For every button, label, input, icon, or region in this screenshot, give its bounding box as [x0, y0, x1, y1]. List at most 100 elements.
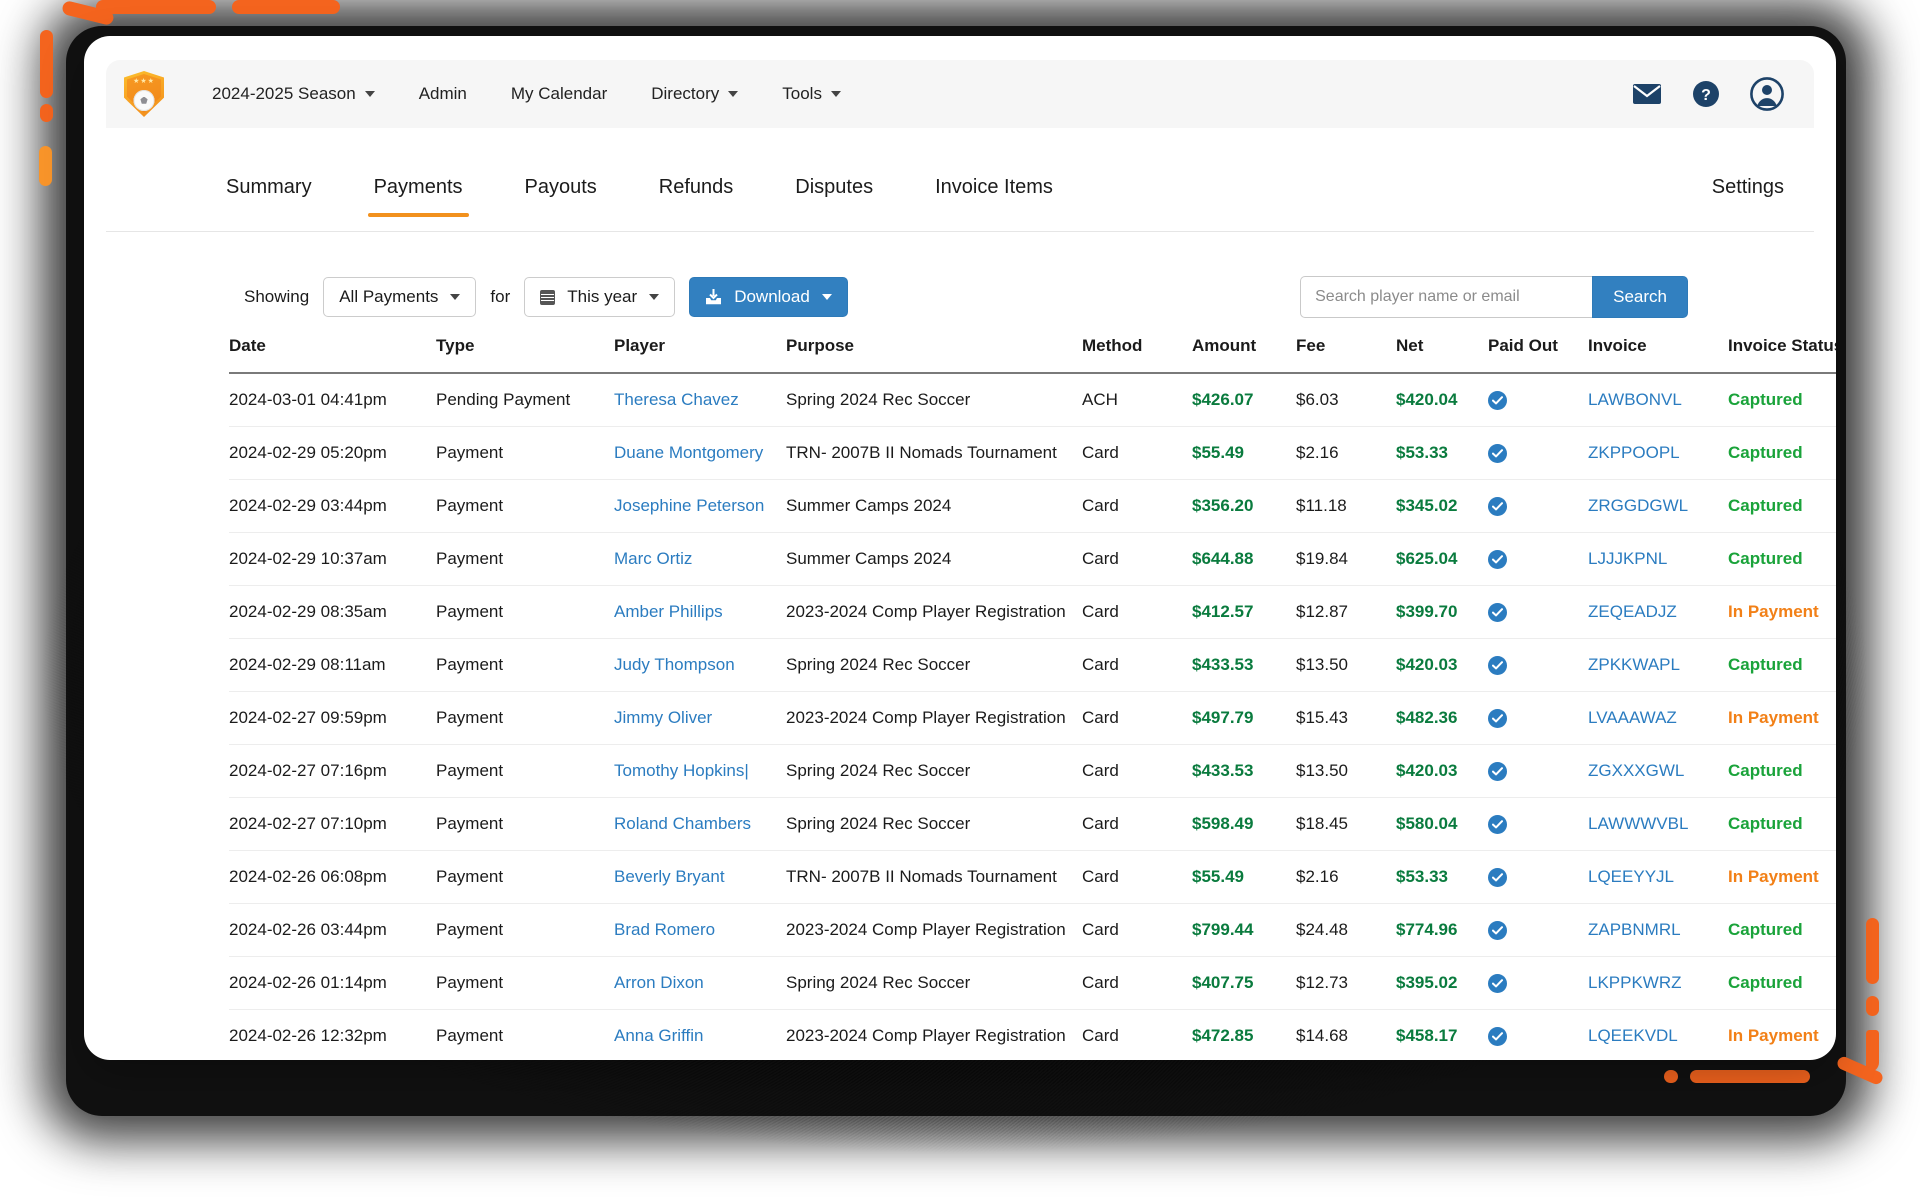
cell-date: 2024-02-27 07:10pm: [229, 797, 436, 851]
table-row[interactable]: 2024-02-27 07:16pm Payment Tomothy Hopkins…: [229, 744, 1836, 798]
column-header-net[interactable]: Net: [1396, 336, 1488, 374]
tab-disputes[interactable]: Disputes: [795, 170, 873, 217]
table-row[interactable]: 2024-02-29 08:11am Payment Judy Thompson Sp…: [229, 638, 1836, 692]
cell-date: 2024-03-01 04:41pm: [229, 373, 436, 427]
invoice-link[interactable]: LAWWWVBL: [1588, 814, 1688, 833]
payments-filter-dropdown[interactable]: All Payments: [323, 277, 477, 317]
column-header-type[interactable]: Type: [436, 336, 614, 374]
player-link[interactable]: Beverly Bryant: [614, 867, 725, 886]
column-header-date[interactable]: Date: [229, 336, 436, 374]
nav-item-directory[interactable]: Directory: [629, 84, 760, 104]
invoice-link[interactable]: ZAPBNMRL: [1588, 920, 1681, 939]
cell-net: $482.36: [1396, 691, 1488, 745]
download-button[interactable]: Download: [689, 277, 848, 317]
invoice-link[interactable]: ZKPPOOPL: [1588, 443, 1680, 462]
invoice-link[interactable]: LAWBONVL: [1588, 390, 1682, 409]
search-input[interactable]: [1300, 276, 1593, 318]
invoice-link[interactable]: LJJJKPNL: [1588, 549, 1667, 568]
column-header-invoice-status[interactable]: Invoice Status: [1728, 336, 1836, 374]
player-link[interactable]: Josephine Peterson: [614, 496, 764, 515]
cell-method: Card: [1082, 426, 1192, 480]
cell-paid-out: [1488, 585, 1588, 639]
nav-item-season[interactable]: 2024-2025 Season: [190, 84, 397, 104]
invoice-link[interactable]: ZPKKWAPL: [1588, 655, 1680, 674]
table-header-row: Date Type Player Purpose Method Amount F…: [229, 336, 1836, 374]
player-link[interactable]: Arron Dixon: [614, 973, 704, 992]
player-link[interactable]: Duane Montgomery: [614, 443, 763, 462]
player-link[interactable]: Amber Phillips: [614, 602, 723, 621]
player-link[interactable]: Tomothy Hopkins|: [614, 761, 749, 780]
cell-type: Payment: [436, 744, 614, 798]
tab-payouts[interactable]: Payouts: [525, 170, 597, 217]
download-icon: [705, 289, 722, 305]
invoice-link[interactable]: LVAAAWAZ: [1588, 708, 1677, 727]
cell-method: Card: [1082, 850, 1192, 904]
nav-item-admin[interactable]: Admin: [397, 84, 489, 104]
mail-icon[interactable]: [1632, 83, 1662, 105]
column-header-fee[interactable]: Fee: [1296, 336, 1396, 374]
invoice-link[interactable]: ZEQEADJZ: [1588, 602, 1677, 621]
table-row[interactable]: 2024-02-26 12:32pm Payment Anna Griffin 202…: [229, 1009, 1836, 1060]
tab-disputes-label: Disputes: [795, 176, 874, 198]
invoice-link[interactable]: LQEEYYJL: [1588, 867, 1674, 886]
table-row[interactable]: 2024-02-26 06:08pm Payment Beverly Bryant T…: [229, 850, 1836, 904]
tab-invoice-items[interactable]: Invoice Items: [935, 170, 1053, 217]
player-link[interactable]: Judy Thompson: [614, 655, 735, 674]
cell-invoice: ZAPBNMRL: [1588, 903, 1728, 957]
invoice-link[interactable]: LKPPKWRZ: [1588, 973, 1682, 992]
soccer-shield-logo-icon[interactable]: ★★★: [124, 71, 164, 117]
chevron-down-icon: [821, 294, 832, 300]
search-button[interactable]: Search: [1592, 276, 1688, 318]
tab-summary[interactable]: Summary: [226, 170, 312, 217]
column-header-player[interactable]: Player: [614, 336, 786, 374]
cell-paid-out: [1488, 426, 1588, 480]
cell-type: Payment: [436, 1009, 614, 1060]
invoice-link[interactable]: ZGXXXGWL: [1588, 761, 1684, 780]
table-row[interactable]: 2024-02-26 01:14pm Payment Arron Dixon Spri…: [229, 956, 1836, 1010]
player-link[interactable]: Theresa Chavez: [614, 390, 739, 409]
cell-type: Payment: [436, 903, 614, 957]
cell-invoice-status: Captured: [1728, 744, 1836, 798]
cell-net: $420.03: [1396, 744, 1488, 798]
player-link[interactable]: Brad Romero: [614, 920, 715, 939]
chevron-down-icon: [728, 91, 739, 97]
column-header-invoice[interactable]: Invoice: [1588, 336, 1728, 374]
tab-payments[interactable]: Payments: [367, 170, 469, 217]
help-icon[interactable]: ?: [1692, 80, 1720, 108]
table-row[interactable]: 2024-02-27 07:10pm Payment Roland Chambers…: [229, 797, 1836, 851]
account-avatar-icon[interactable]: [1750, 77, 1784, 111]
period-filter-dropdown[interactable]: This year: [524, 277, 676, 317]
column-header-method[interactable]: Method: [1082, 336, 1192, 374]
chevron-down-icon: [364, 91, 375, 97]
cell-paid-out: [1488, 956, 1588, 1010]
cell-method: ACH: [1082, 373, 1192, 427]
cell-fee: $13.50: [1296, 638, 1396, 692]
column-header-purpose[interactable]: Purpose: [786, 336, 1082, 374]
table-row[interactable]: 2024-02-26 03:44pm Payment Brad Romero 2023…: [229, 903, 1836, 957]
tab-invoice-items-label: Invoice Items: [935, 176, 1053, 198]
player-link[interactable]: Marc Ortiz: [614, 549, 692, 568]
table-row[interactable]: 2024-02-29 08:35am Payment Amber Phillips 2…: [229, 585, 1836, 639]
settings-link[interactable]: Settings: [1712, 170, 1784, 217]
player-link[interactable]: Anna Griffin: [614, 1026, 703, 1045]
table-row[interactable]: 2024-02-29 05:20pm Payment Duane Montgomer…: [229, 426, 1836, 480]
player-link[interactable]: Jimmy Oliver: [614, 708, 712, 727]
download-button-label: Download: [734, 287, 810, 306]
cell-invoice-status: In Payment: [1728, 585, 1836, 639]
table-row[interactable]: 2024-02-29 03:44pm Payment Josephine Peter…: [229, 479, 1836, 533]
cell-date: 2024-02-29 08:35am: [229, 585, 436, 639]
cell-date: 2024-02-29 10:37am: [229, 532, 436, 586]
player-link[interactable]: Roland Chambers: [614, 814, 751, 833]
table-row[interactable]: 2024-03-01 04:41pm Pending Payment Theresa…: [229, 373, 1836, 427]
column-header-amount[interactable]: Amount: [1192, 336, 1296, 374]
nav-item-tools[interactable]: Tools: [760, 84, 863, 104]
tab-refunds[interactable]: Refunds: [659, 170, 734, 217]
cell-amount: $426.07: [1192, 373, 1296, 427]
table-row[interactable]: 2024-02-27 09:59pm Payment Jimmy Oliver 202…: [229, 691, 1836, 745]
nav-item-my-calendar[interactable]: My Calendar: [489, 84, 629, 104]
table-row[interactable]: 2024-02-29 10:37am Payment Marc Ortiz Summe…: [229, 532, 1836, 586]
column-header-paid-out[interactable]: Paid Out: [1488, 336, 1588, 374]
cell-type: Payment: [436, 532, 614, 586]
invoice-link[interactable]: LQEEKVDL: [1588, 1026, 1678, 1045]
invoice-link[interactable]: ZRGGDGWL: [1588, 496, 1688, 515]
